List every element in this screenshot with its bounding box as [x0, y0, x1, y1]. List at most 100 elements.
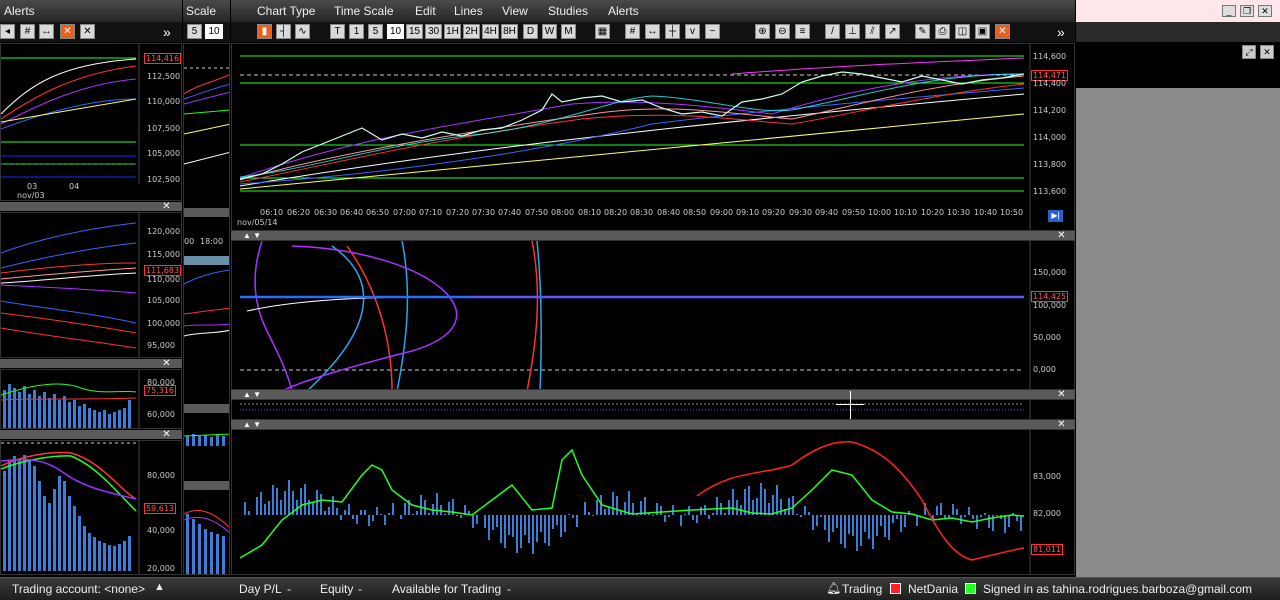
- zoom-in-icon[interactable]: ⊕: [755, 24, 770, 39]
- interval-30-button[interactable]: 30: [425, 24, 442, 39]
- oscillator-histogram-bar: [304, 484, 306, 515]
- close-icon[interactable]: ✕: [1057, 390, 1066, 400]
- time-label: 09:20: [762, 208, 786, 217]
- interval-d-button[interactable]: D: [523, 24, 538, 39]
- interval-15-button[interactable]: 15: [406, 24, 423, 39]
- interval-5-button[interactable]: 5: [368, 24, 383, 39]
- arrow-tool-icon[interactable]: ↗: [885, 24, 900, 39]
- left-more-chevron[interactable]: »: [163, 24, 171, 40]
- pencil-icon[interactable]: ✎: [915, 24, 930, 39]
- oscillator-histogram-bar: [340, 515, 342, 520]
- time-label: 06:50: [366, 208, 390, 217]
- delete-icon[interactable]: ✕: [60, 24, 75, 39]
- tick-button[interactable]: T: [330, 24, 345, 39]
- hline-icon[interactable]: ⊥: [845, 24, 860, 39]
- left-mini-chart-2[interactable]: 120,000 115,000 111,683 110,000 105,000 …: [0, 212, 182, 358]
- menu-time-scale[interactable]: Time Scale: [334, 4, 394, 18]
- arrows-icon[interactable]: ↔: [645, 24, 660, 39]
- trading-account-label[interactable]: Trading account: <none>: [12, 582, 145, 596]
- menu-lines[interactable]: Lines: [454, 4, 483, 18]
- left-mini-chart-1[interactable]: 114,416 112,500 110,000 107,500 105,000 …: [0, 43, 182, 201]
- indicator-icon[interactable]: ~: [705, 24, 720, 39]
- left-mini-1-divider[interactable]: ✕: [0, 202, 182, 212]
- scale-5-button[interactable]: 5: [187, 24, 202, 39]
- close-icon[interactable]: ✕: [162, 359, 171, 369]
- close-icon[interactable]: ✕: [162, 202, 171, 212]
- crosshair-icon[interactable]: ┼: [665, 24, 680, 39]
- oscillator-panel[interactable]: 83,000 82,000 81,011: [231, 429, 1075, 575]
- oscillator-histogram-bar: [612, 492, 614, 515]
- arrows-icon[interactable]: ↔: [39, 24, 54, 39]
- oscillator-histogram-bar: [696, 515, 698, 523]
- expand-arrows-icon[interactable]: ▲ ▼: [243, 231, 261, 240]
- pane-divider-1[interactable]: ▲ ▼ ✕: [231, 231, 1075, 241]
- expand-arrows-icon[interactable]: ▲ ▼: [243, 420, 261, 429]
- close-icon[interactable]: ✕: [1057, 231, 1066, 241]
- close-icon[interactable]: ✕: [162, 430, 171, 440]
- scale-10-button[interactable]: 10: [205, 24, 223, 39]
- zoom-fit-icon[interactable]: ≡: [795, 24, 810, 39]
- time-label: 09:30: [789, 208, 813, 217]
- trendline-icon[interactable]: /: [825, 24, 840, 39]
- channel-icon[interactable]: ⫽: [865, 24, 880, 39]
- line-chart-icon[interactable]: ∿: [295, 24, 310, 39]
- interval-8h-button[interactable]: 8H: [501, 24, 518, 39]
- oscillator-histogram-bar: [488, 515, 490, 540]
- trading-status-indicator: [890, 583, 901, 594]
- oscillator-histogram-bar: [300, 488, 302, 515]
- oscillator-histogram-bar: [308, 500, 310, 515]
- pane-divider-3[interactable]: ▲ ▼ ✕: [231, 420, 1075, 430]
- interval-m-button[interactable]: M: [561, 24, 576, 39]
- left-mini-chart-3[interactable]: 75,316 80,000 60,000: [0, 369, 182, 429]
- oscillator-histogram-bar: [736, 500, 738, 515]
- expand-icon[interactable]: ⤢: [1242, 45, 1256, 59]
- grid-icon[interactable]: #: [20, 24, 35, 39]
- main-price-chart[interactable]: 114,600 114,471 114,400 114,200 114,000 …: [231, 43, 1075, 231]
- close-icon[interactable]: ✕: [1057, 420, 1066, 430]
- interval-10-button[interactable]: 10: [387, 24, 404, 39]
- triangle-up-icon[interactable]: ▲: [154, 581, 165, 593]
- scale-window-title[interactable]: Scale: [186, 4, 216, 18]
- menu-alerts[interactable]: Alerts: [608, 4, 639, 18]
- interval-1-button[interactable]: 1: [349, 24, 364, 39]
- menu-view[interactable]: View: [502, 4, 528, 18]
- interval-2h-button[interactable]: 2H: [463, 24, 480, 39]
- interval-w-button[interactable]: W: [542, 24, 557, 39]
- price-label: 100,000: [147, 319, 181, 328]
- restore-icon[interactable]: ❐: [1240, 5, 1254, 17]
- delete-all-icon[interactable]: ✕: [995, 24, 1010, 39]
- layout-icon[interactable]: ▦: [595, 24, 610, 39]
- scroll-end-icon[interactable]: ▶|: [1048, 210, 1063, 222]
- volume-panel[interactable]: 150,000 114,425 100,000 50,000 0,000: [231, 240, 1075, 390]
- interval-4h-button[interactable]: 4H: [482, 24, 499, 39]
- expand-arrows-icon[interactable]: ▲ ▼: [243, 390, 261, 399]
- oscillator-histogram-bar: [900, 515, 902, 532]
- candle-chart-icon[interactable]: ▮: [257, 24, 272, 39]
- thin-indicator-panel[interactable]: [231, 399, 1075, 420]
- left-nav-back-button[interactable]: ◂: [0, 24, 15, 39]
- scale-window-chart[interactable]: 00 18:00: [183, 43, 230, 575]
- zoom-out-icon[interactable]: ⊖: [775, 24, 790, 39]
- screenshot-icon[interactable]: ▣: [975, 24, 990, 39]
- left-mini-3-divider[interactable]: ✕: [0, 430, 182, 440]
- grid-icon[interactable]: #: [625, 24, 640, 39]
- volume-icon[interactable]: v: [685, 24, 700, 39]
- print-icon[interactable]: ⎙: [935, 24, 950, 39]
- menu-edit[interactable]: Edit: [415, 4, 436, 18]
- main-more-chevron[interactable]: »: [1057, 24, 1065, 40]
- price-label: 95,000: [147, 341, 175, 350]
- left-mini-2-divider[interactable]: ✕: [0, 359, 182, 369]
- interval-1h-button[interactable]: 1H: [444, 24, 461, 39]
- bell-icon[interactable]: 🔔︎: [826, 581, 841, 595]
- delete-all-icon[interactable]: ✕: [80, 24, 95, 39]
- preview-icon[interactable]: ◫: [955, 24, 970, 39]
- menu-chart-type[interactable]: Chart Type: [257, 4, 315, 18]
- pane-divider-2[interactable]: ▲ ▼ ✕: [231, 390, 1075, 400]
- window-close-icon[interactable]: ✕: [1258, 5, 1272, 17]
- close-icon[interactable]: ✕: [1260, 45, 1274, 59]
- minimize-icon[interactable]: _: [1222, 5, 1236, 17]
- bar-chart-icon[interactable]: ┤: [276, 24, 291, 39]
- menu-studies[interactable]: Studies: [548, 4, 588, 18]
- left-mini-chart-4[interactable]: 80,000 59,613 40,000 20,000: [0, 440, 182, 575]
- oscillator-histogram-bar: [484, 515, 486, 528]
